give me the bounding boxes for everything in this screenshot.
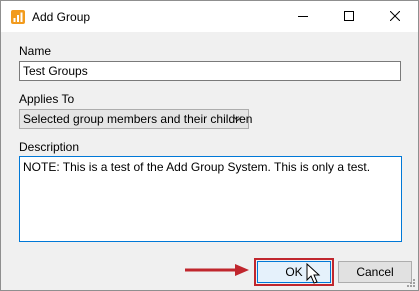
close-button[interactable]	[372, 1, 418, 32]
applies-to-value: Selected group members and their childre…	[23, 112, 253, 126]
description-textarea[interactable]: NOTE: This is a test of the Add Group Sy…	[19, 156, 402, 242]
maximize-button[interactable]	[326, 1, 372, 32]
close-icon	[390, 11, 400, 21]
maximize-icon	[344, 11, 354, 21]
chevron-down-icon	[233, 116, 242, 122]
minimize-icon	[298, 16, 308, 17]
name-input[interactable]	[19, 61, 401, 81]
window-title: Add Group	[32, 10, 91, 24]
applies-to-dropdown[interactable]: Selected group members and their childre…	[19, 109, 253, 129]
mouse-cursor-icon	[306, 263, 321, 284]
applies-to-label: Applies To	[19, 92, 75, 106]
cancel-button[interactable]: Cancel	[338, 261, 412, 283]
chart-bars-icon	[10, 9, 26, 25]
description-label: Description	[19, 140, 80, 154]
resize-grip-icon[interactable]	[406, 278, 416, 288]
arrow-right-icon	[185, 264, 249, 276]
minimize-button[interactable]	[280, 1, 326, 32]
name-label: Name	[19, 44, 52, 58]
title-bar[interactable]: Add Group	[1, 1, 418, 32]
add-group-dialog: Add Group Name Applies To Selected group…	[0, 0, 419, 291]
